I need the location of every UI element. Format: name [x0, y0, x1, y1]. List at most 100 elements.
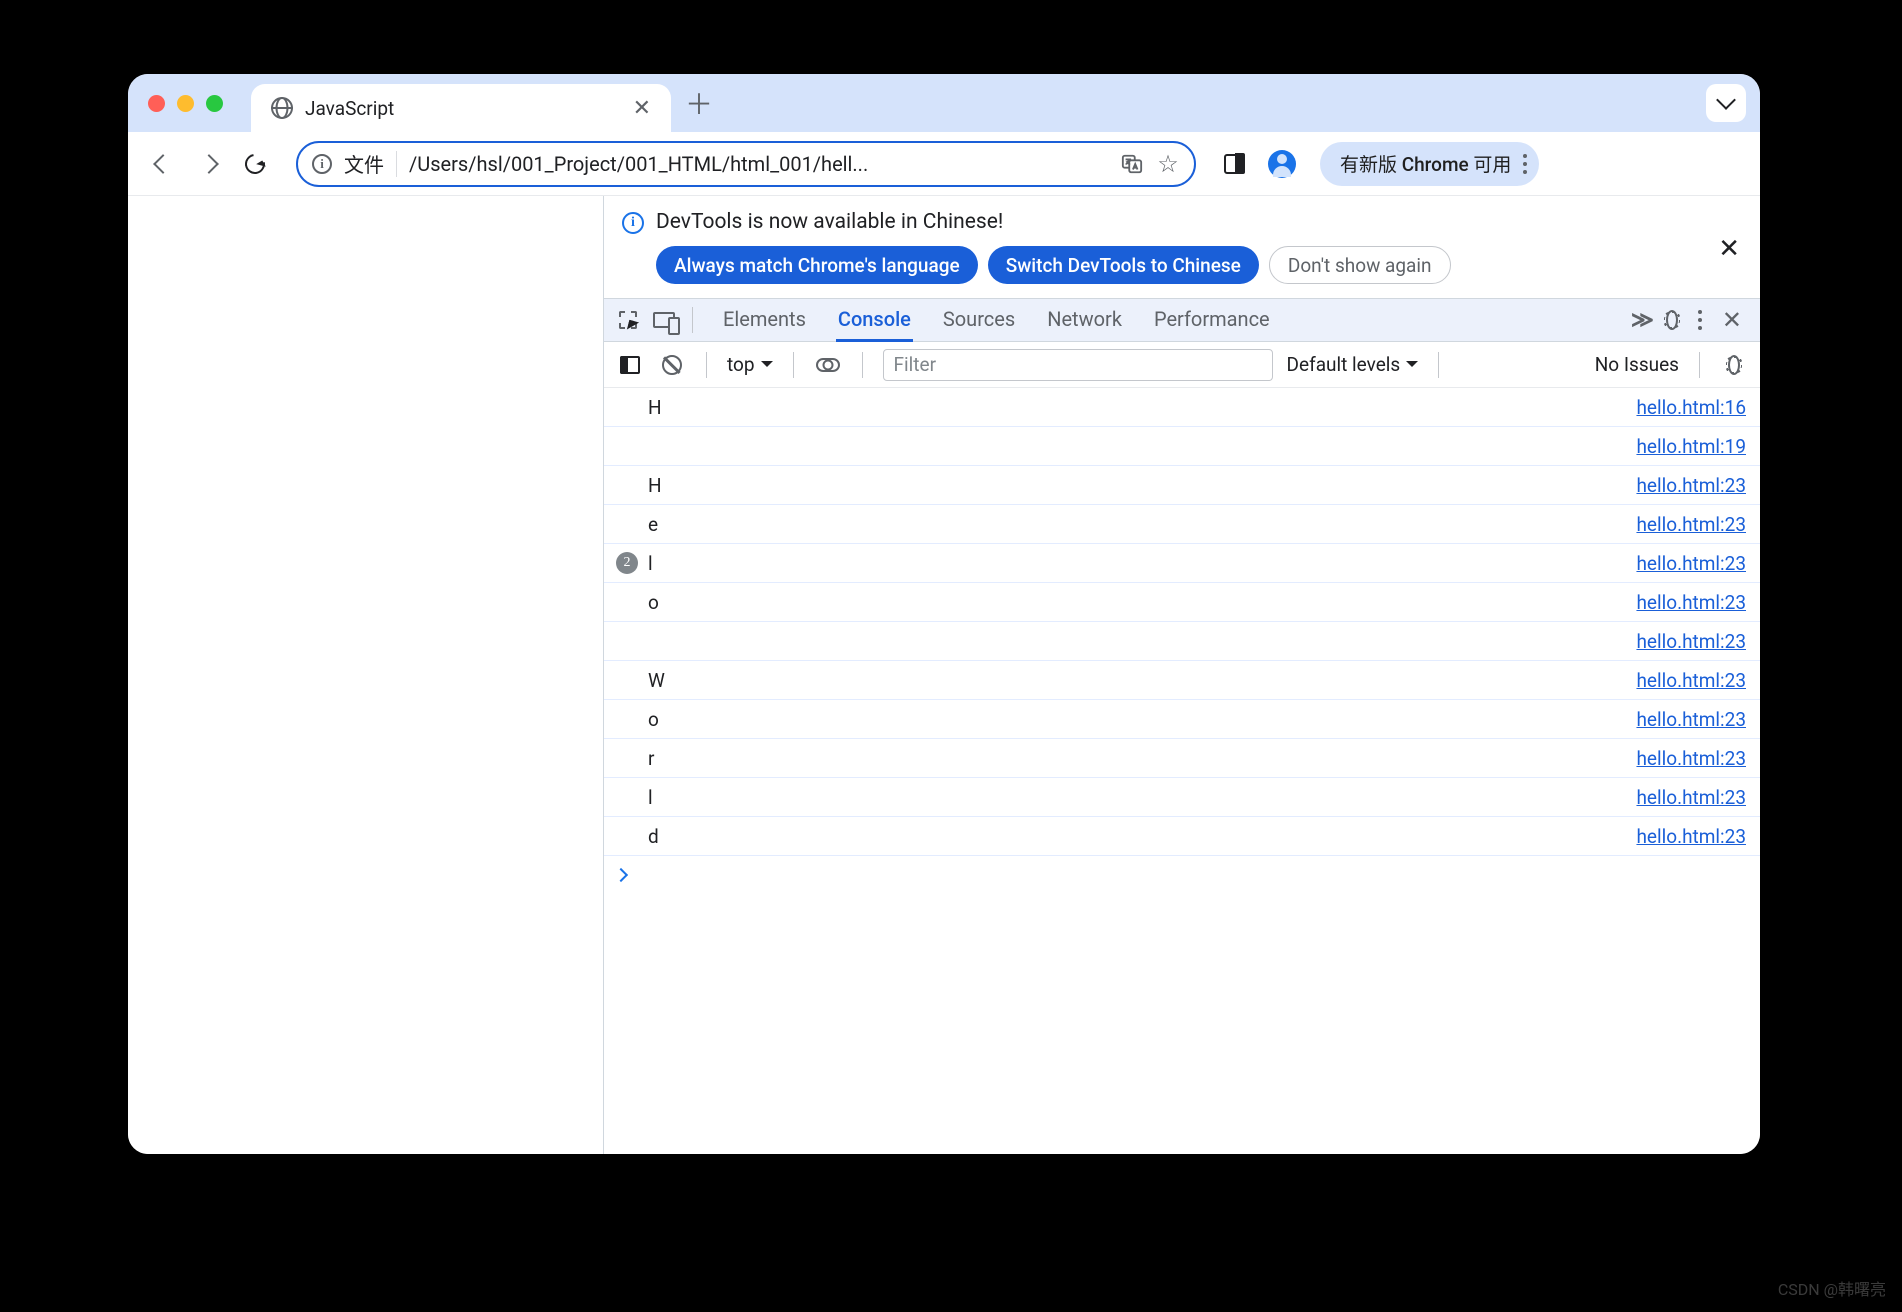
zoom-window-button[interactable] — [206, 95, 223, 112]
tab-elements[interactable]: Elements — [721, 299, 808, 342]
gear-icon — [1666, 310, 1678, 330]
traffic-lights — [148, 95, 223, 112]
sidebar-icon — [620, 356, 640, 374]
source-link[interactable]: hello.html:23 — [1636, 786, 1746, 809]
profile-avatar[interactable] — [1268, 150, 1296, 178]
log-message: e — [642, 513, 1636, 536]
console-row: hello.html:19 — [604, 427, 1760, 466]
source-link[interactable]: hello.html:23 — [1636, 630, 1746, 653]
source-link[interactable]: hello.html:16 — [1636, 396, 1746, 419]
levels-label: Default levels — [1287, 353, 1401, 376]
repeat-count-badge: 2 — [616, 552, 638, 574]
watermark: CSDN @韩曙亮 — [1778, 1276, 1886, 1300]
badge-col: 2 — [612, 552, 642, 574]
browser-tab[interactable]: JavaScript ✕ — [251, 84, 671, 132]
url-path: /Users/hsl/001_Project/001_HTML/html_001… — [409, 152, 1108, 176]
console-row: 2lhello.html:23 — [604, 544, 1760, 583]
console-row: hello.html:23 — [604, 622, 1760, 661]
log-message: l — [642, 786, 1636, 809]
clear-icon — [662, 355, 682, 375]
tab-network[interactable]: Network — [1045, 299, 1124, 342]
forward-button[interactable] — [190, 145, 228, 183]
prompt-caret-icon — [614, 868, 628, 882]
bookmark-star-icon[interactable]: ☆ — [1156, 152, 1180, 176]
separator — [1699, 352, 1700, 378]
separator — [862, 352, 863, 378]
inspect-icon — [619, 311, 637, 329]
side-panel-icon[interactable] — [1224, 154, 1244, 174]
inspect-element-button[interactable] — [614, 306, 642, 334]
clear-console-button[interactable] — [658, 351, 686, 379]
log-message: r — [642, 747, 1636, 770]
source-link[interactable]: hello.html:23 — [1636, 825, 1746, 848]
banner-close-button[interactable]: ✕ — [1718, 234, 1740, 264]
reload-icon — [241, 150, 269, 178]
separator — [1438, 352, 1439, 378]
source-link[interactable]: hello.html:23 — [1636, 513, 1746, 536]
console-sidebar-toggle[interactable] — [616, 351, 644, 379]
browser-toolbar: i 文件 /Users/hsl/001_Project/001_HTML/htm… — [128, 132, 1760, 196]
titlebar: JavaScript ✕ ＋ — [128, 74, 1760, 132]
console-prompt[interactable] — [604, 856, 1760, 894]
source-link[interactable]: hello.html:23 — [1636, 474, 1746, 497]
banner-message: DevTools is now available in Chinese! — [656, 210, 1451, 234]
source-link[interactable]: hello.html:23 — [1636, 591, 1746, 614]
source-link[interactable]: hello.html:23 — [1636, 669, 1746, 692]
devtools-language-banner: i DevTools is now available in Chinese! … — [604, 196, 1760, 298]
minimize-window-button[interactable] — [177, 95, 194, 112]
devtools-panel: i DevTools is now available in Chinese! … — [604, 196, 1760, 1154]
live-expression-button[interactable] — [814, 351, 842, 379]
more-tabs-button[interactable]: ≫ — [1631, 308, 1650, 333]
console-settings-button[interactable] — [1720, 351, 1748, 379]
kebab-menu-icon[interactable] — [1523, 154, 1527, 174]
tab-sources[interactable]: Sources — [941, 299, 1017, 342]
log-message: l — [642, 552, 1636, 575]
close-window-button[interactable] — [148, 95, 165, 112]
tab-title: JavaScript — [305, 97, 621, 120]
console-row: rhello.html:23 — [604, 739, 1760, 778]
device-toolbar-button[interactable] — [650, 306, 678, 334]
devtools-close-button[interactable]: ✕ — [1722, 306, 1742, 334]
dont-show-again-button[interactable]: Don't show again — [1269, 246, 1451, 284]
omnibox[interactable]: i 文件 /Users/hsl/001_Project/001_HTML/htm… — [296, 141, 1196, 187]
eye-icon — [816, 358, 840, 372]
log-levels-selector[interactable]: Default levels — [1287, 353, 1419, 376]
site-info-icon[interactable]: i — [312, 154, 332, 174]
devtools-tabstrip: Elements Console Sources Network Perform… — [604, 298, 1760, 342]
console-row: ehello.html:23 — [604, 505, 1760, 544]
globe-icon — [271, 97, 293, 119]
source-link[interactable]: hello.html:23 — [1636, 747, 1746, 770]
update-label: 有新版 Chrome 可用 — [1340, 150, 1511, 177]
console-row: ohello.html:23 — [604, 583, 1760, 622]
tabstrip-dropdown[interactable] — [1706, 84, 1746, 122]
devtools-settings-button[interactable] — [1658, 306, 1686, 334]
source-link[interactable]: hello.html:19 — [1636, 435, 1746, 458]
console-row: Hhello.html:23 — [604, 466, 1760, 505]
caret-down-icon — [1406, 361, 1418, 373]
log-message: o — [642, 708, 1636, 731]
devtools-menu-button[interactable] — [1698, 310, 1702, 330]
console-output: Hhello.html:16hello.html:19Hhello.html:2… — [604, 388, 1760, 1154]
arrow-right-icon — [199, 154, 219, 174]
console-row: Whello.html:23 — [604, 661, 1760, 700]
new-tab-button[interactable]: ＋ — [685, 83, 713, 123]
update-chrome-pill[interactable]: 有新版 Chrome 可用 — [1320, 142, 1539, 186]
caret-down-icon — [761, 361, 773, 373]
tab-performance[interactable]: Performance — [1152, 299, 1272, 342]
log-message: d — [642, 825, 1636, 848]
translate-icon[interactable] — [1120, 152, 1144, 176]
file-scheme-label: 文件 — [344, 149, 384, 178]
separator — [706, 352, 707, 378]
gear-icon — [1728, 355, 1740, 375]
source-link[interactable]: hello.html:23 — [1636, 708, 1746, 731]
context-selector[interactable]: top — [727, 353, 773, 376]
switch-to-chinese-button[interactable]: Switch DevTools to Chinese — [988, 246, 1259, 284]
close-tab-button[interactable]: ✕ — [633, 96, 651, 121]
console-filter-input[interactable]: Filter — [883, 349, 1273, 381]
tab-console[interactable]: Console — [836, 299, 913, 342]
issues-counter[interactable]: No Issues — [1595, 353, 1679, 376]
reload-button[interactable] — [236, 145, 274, 183]
source-link[interactable]: hello.html:23 — [1636, 552, 1746, 575]
always-match-language-button[interactable]: Always match Chrome's language — [656, 246, 978, 284]
back-button[interactable] — [144, 145, 182, 183]
